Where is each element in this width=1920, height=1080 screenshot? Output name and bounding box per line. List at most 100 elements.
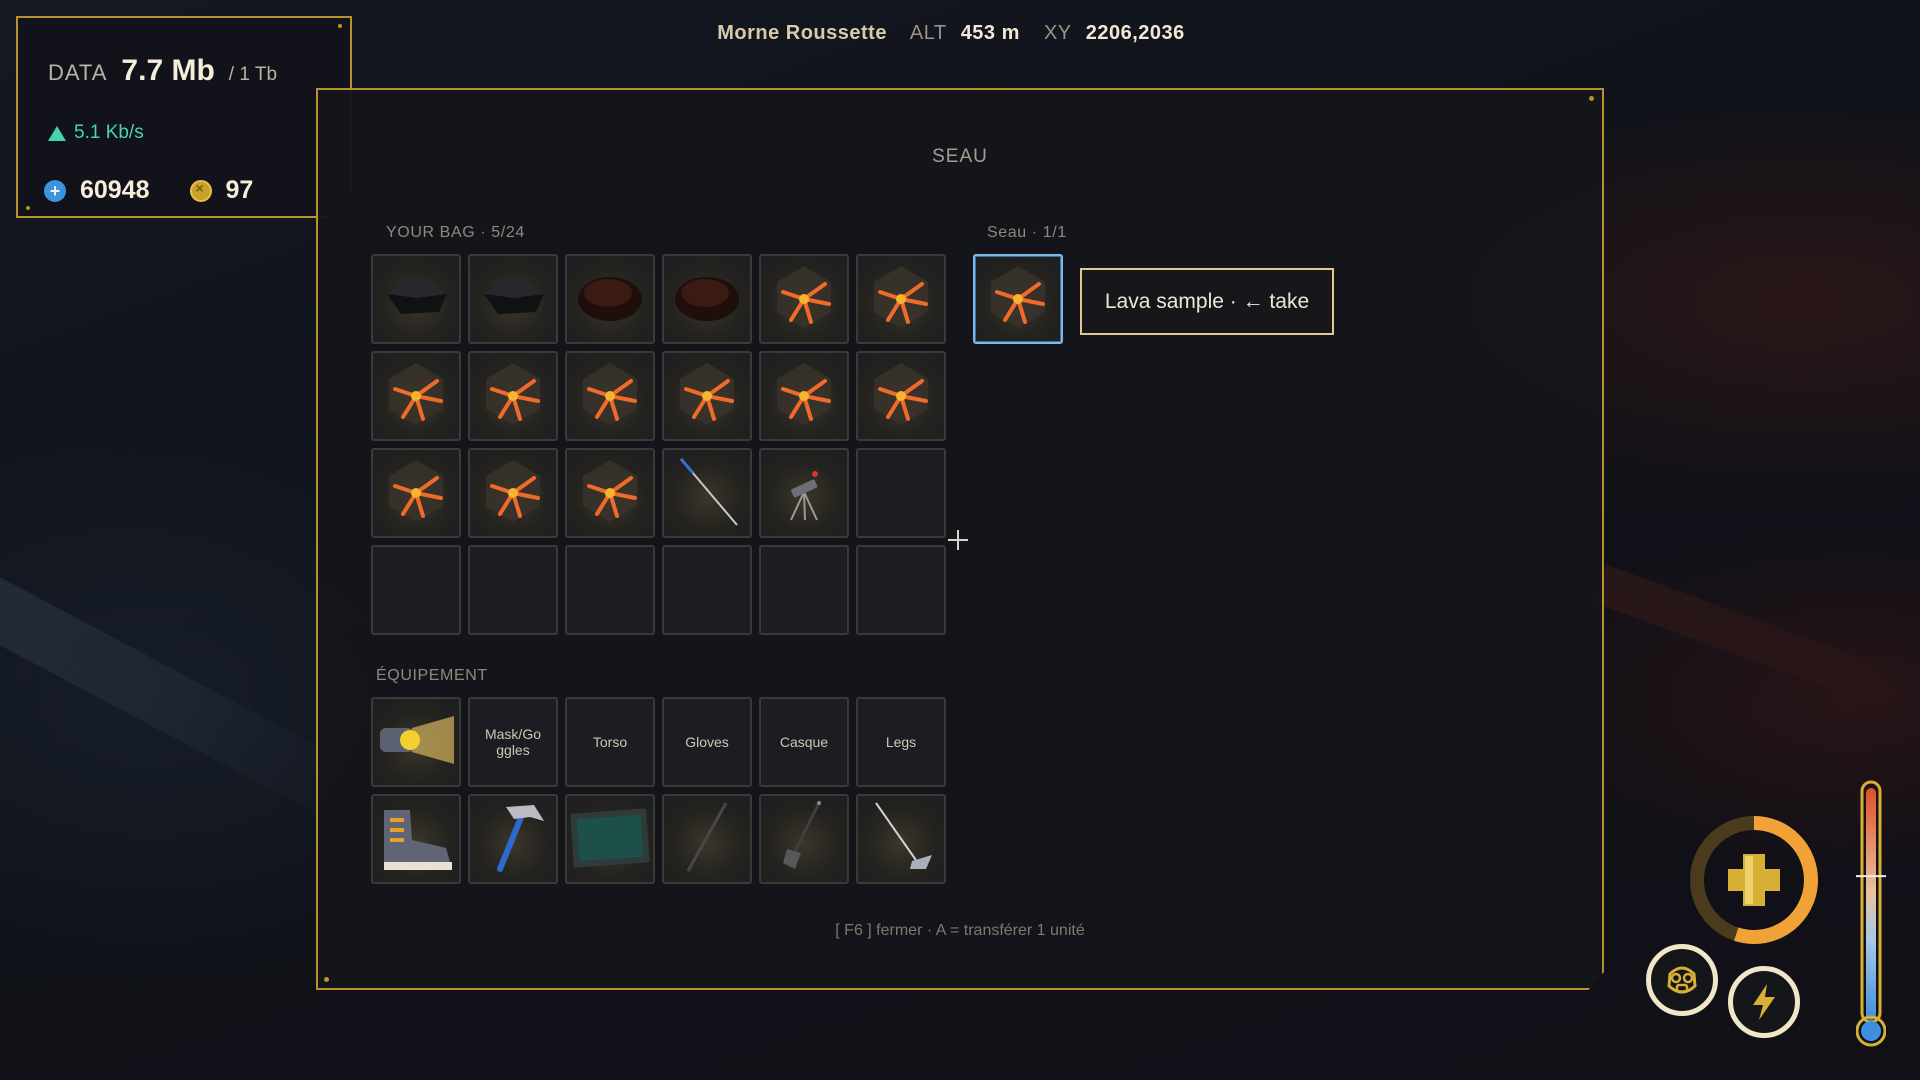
thermometer-scale [1866, 788, 1876, 1020]
equipment-slot[interactable] [371, 794, 461, 884]
panel-title: SEAU [932, 146, 988, 167]
lava-sample-icon [575, 359, 645, 434]
bag-slot[interactable] [468, 254, 558, 344]
red-rock-icon [671, 269, 743, 330]
container-grid [973, 254, 1063, 344]
bag-slot[interactable] [759, 351, 849, 441]
bag-slot[interactable] [468, 351, 558, 441]
bag-slot[interactable] [371, 351, 461, 441]
container-slot[interactable] [973, 254, 1063, 344]
equipment-slot-label: Torso [592, 733, 628, 750]
coins-value: 97 [225, 176, 254, 204]
location-name: Morne Roussette [717, 22, 887, 44]
equipment-slot[interactable]: Casque [759, 697, 849, 787]
energy-button[interactable] [1728, 966, 1800, 1038]
lava-sample-icon [769, 262, 839, 337]
credits-value: 60948 [80, 176, 150, 204]
take-hint: Lava sample · ← take [1080, 268, 1334, 335]
bag-slot-empty[interactable] [371, 545, 461, 635]
lightning-icon [1753, 984, 1775, 1020]
equipment-slot-label: Mask/Go ggles [484, 725, 541, 758]
equipment-slot[interactable] [759, 794, 849, 884]
bag-slot[interactable] [565, 448, 655, 538]
bag-slot[interactable] [565, 254, 655, 344]
equipment-slot[interactable]: Gloves [662, 697, 752, 787]
thermometer-bulb [1861, 1021, 1881, 1041]
lava-sample-icon [866, 359, 936, 434]
bag-slot[interactable] [371, 254, 461, 344]
equipment-slot-label: Legs [885, 733, 917, 750]
bag-slot[interactable] [468, 448, 558, 538]
bag-slot[interactable] [759, 254, 849, 344]
equipment-slot[interactable]: Legs [856, 697, 946, 787]
data-panel: DATA 7.7 Mb / 1 Tb 5.1 Kb/s + 60948 97 [16, 16, 352, 218]
hammer-icon [478, 799, 548, 880]
data-rate: 5.1 Kb/s [74, 122, 144, 143]
bag-slot[interactable] [662, 448, 752, 538]
temperature-gauge [1856, 780, 1886, 1047]
dark-rock-icon [478, 272, 548, 327]
credits-icon: + [44, 179, 66, 202]
red-rock-icon [574, 269, 646, 330]
corner-dot [1589, 96, 1594, 101]
data-value: 7.7 Mb [121, 54, 215, 87]
background-streak [1593, 564, 1917, 716]
bag-slot-empty[interactable] [565, 545, 655, 635]
upload-arrow-icon [48, 125, 66, 141]
headlamp-icon [376, 710, 456, 775]
lava-sample-icon [769, 359, 839, 434]
tripod-sensor-icon [769, 456, 839, 531]
tablet-icon [568, 805, 652, 874]
bag-slot-empty[interactable] [759, 545, 849, 635]
health-ring [1690, 816, 1818, 944]
equipment-slot[interactable] [371, 697, 461, 787]
altitude-value: 453 m [960, 22, 1020, 44]
coordinates-value: 2206,2036 [1085, 22, 1185, 44]
boot-icon [376, 800, 456, 879]
lava-sample-icon [478, 456, 548, 531]
lava-sample-icon [381, 456, 451, 531]
data-label: DATA [48, 60, 108, 85]
equipment-slot[interactable] [468, 794, 558, 884]
probe-rod-icon [667, 451, 747, 536]
bag-slot[interactable] [856, 254, 946, 344]
bag-slot-empty[interactable] [856, 545, 946, 635]
bag-slot-empty[interactable] [468, 545, 558, 635]
gas-mask-icon [1667, 966, 1697, 994]
bag-slot[interactable] [856, 351, 946, 441]
hoe-icon [866, 797, 936, 882]
lava-sample-icon [478, 359, 548, 434]
corner-dot [324, 977, 329, 982]
bag-slot[interactable] [759, 448, 849, 538]
equipment-slot-label: Casque [779, 733, 829, 750]
coordinates-label: XY [1043, 22, 1072, 44]
container-label: Seau · 1/1 [987, 224, 1067, 241]
equipment-slot[interactable] [856, 794, 946, 884]
shovel-icon [769, 797, 839, 882]
equipment-slot[interactable] [565, 794, 655, 884]
gas-mask-button[interactable] [1646, 944, 1718, 1016]
equipment-slot[interactable]: Torso [565, 697, 655, 787]
crosshair-cursor-icon [948, 530, 968, 550]
bag-slot[interactable] [662, 351, 752, 441]
container-panel: SEAU YOUR BAG · 5/24 Seau · 1/1 Lava sam… [316, 88, 1604, 990]
lava-sample-icon [983, 262, 1053, 337]
data-capacity: / 1 Tb [228, 64, 278, 85]
lava-sample-icon [575, 456, 645, 531]
bag-slot[interactable] [565, 351, 655, 441]
equipment-slot[interactable] [662, 794, 752, 884]
equipment-slot-label: Gloves [685, 733, 729, 750]
controls-hint: [ F6 ] fermer · A = transférer 1 unité [835, 922, 1085, 939]
bag-slot-empty[interactable] [856, 448, 946, 538]
bag-slot[interactable] [662, 254, 752, 344]
corner-dot [26, 206, 30, 210]
dark-rock-icon [381, 272, 451, 327]
bag-slot-empty[interactable] [662, 545, 752, 635]
background-streak [0, 563, 345, 814]
altitude-label: ALT [909, 22, 947, 44]
bag-label: YOUR BAG · 5/24 [386, 224, 525, 241]
equipment-slot[interactable]: Mask/Go ggles [468, 697, 558, 787]
coin-icon [189, 179, 212, 202]
bag-slot[interactable] [371, 448, 461, 538]
bag-grid [371, 254, 946, 635]
